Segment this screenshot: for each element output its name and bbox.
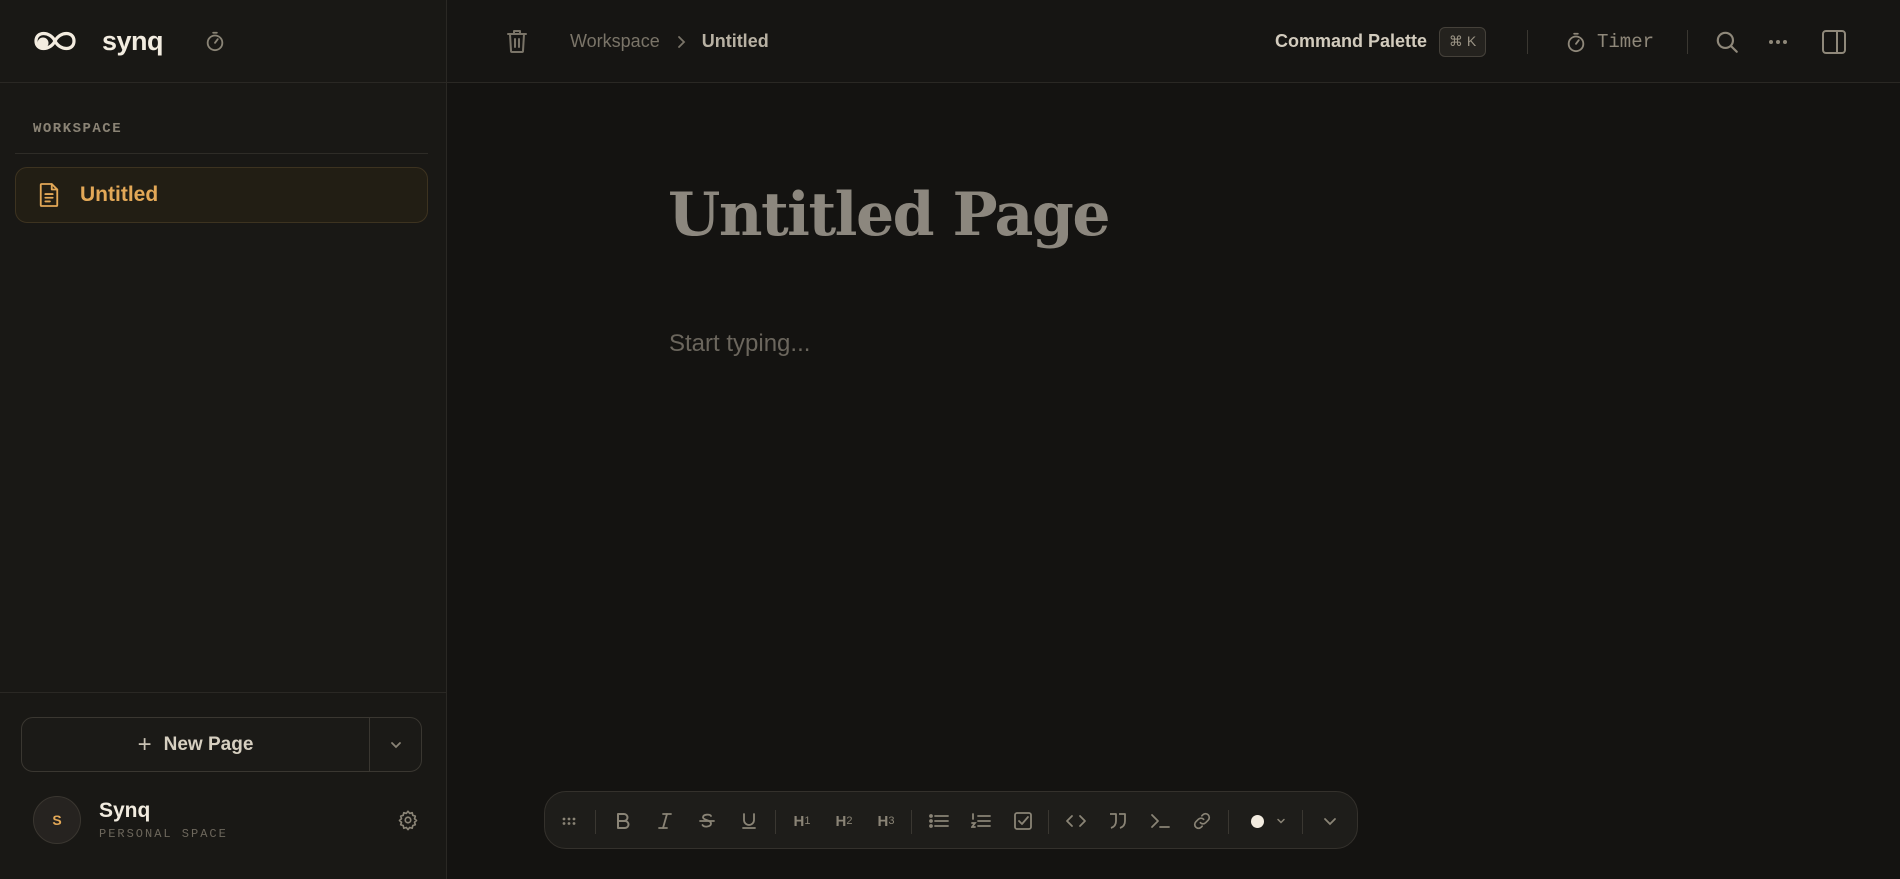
stopwatch-icon — [1567, 32, 1585, 52]
code-icon[interactable] — [1059, 804, 1093, 838]
user-info: Synq PERSONAL SPACE — [99, 799, 228, 841]
divider — [1302, 810, 1303, 834]
chevron-down-icon — [390, 741, 401, 748]
new-page-label: New Page — [163, 733, 254, 755]
divider — [1527, 30, 1528, 54]
bullet-list-icon[interactable] — [922, 804, 956, 838]
gear-icon[interactable] — [395, 807, 421, 833]
chevron-down-icon — [1276, 818, 1285, 824]
search-icon[interactable] — [1712, 27, 1742, 57]
heading-3-button[interactable]: H3 — [869, 804, 903, 838]
quote-icon[interactable] — [1101, 804, 1135, 838]
user-name: Synq — [99, 799, 151, 822]
sidebar: synq WORKSPACE Untitled + New Page S Syn… — [0, 0, 447, 879]
plus-icon: + — [137, 730, 152, 758]
workspace-section-label: WORKSPACE — [33, 121, 123, 137]
chevron-right-icon — [676, 35, 686, 49]
new-page-control: + New Page — [21, 717, 422, 772]
sidebar-page-untitled[interactable]: Untitled — [15, 167, 428, 223]
divider — [1228, 810, 1229, 834]
strikethrough-icon[interactable] — [690, 804, 724, 838]
breadcrumb-workspace[interactable]: Workspace — [570, 31, 660, 52]
breadcrumb: Workspace Untitled — [570, 0, 769, 83]
checkbox-icon[interactable] — [1006, 804, 1040, 838]
divider — [595, 810, 596, 834]
shortcut-badge: ⌘ K — [1439, 26, 1487, 57]
sidebar-toggle-icon[interactable] — [1819, 27, 1849, 57]
sidebar-page-label: Untitled — [80, 183, 159, 206]
trash-icon[interactable] — [503, 27, 531, 55]
numbered-list-icon[interactable] — [964, 804, 998, 838]
text-color-picker[interactable] — [1238, 804, 1298, 838]
drag-handle-icon[interactable] — [552, 804, 586, 838]
heading-2-button[interactable]: H2 — [827, 804, 861, 838]
terminal-icon[interactable] — [1143, 804, 1177, 838]
chevron-down-icon[interactable] — [1313, 804, 1347, 838]
italic-icon[interactable] — [648, 804, 682, 838]
command-palette-button[interactable]: Command Palette ⌘ K — [1275, 0, 1487, 83]
user-profile: S Synq PERSONAL SPACE — [33, 796, 423, 844]
heading-1-button[interactable]: H1 — [785, 804, 819, 838]
logo-icon — [32, 24, 80, 58]
stopwatch-icon[interactable] — [203, 29, 227, 53]
breadcrumb-current-page[interactable]: Untitled — [702, 31, 769, 52]
text-color-swatch — [1250, 814, 1264, 828]
bold-icon[interactable] — [606, 804, 640, 838]
avatar[interactable]: S — [33, 796, 81, 844]
divider — [911, 810, 912, 834]
divider — [775, 810, 776, 834]
divider — [1048, 810, 1049, 834]
divider — [1687, 30, 1688, 54]
document-icon — [36, 181, 62, 209]
editor-body[interactable]: Start typing... — [669, 330, 810, 358]
new-page-options-button[interactable] — [370, 718, 421, 771]
more-icon[interactable] — [1763, 27, 1793, 57]
format-toolbar: H1 H2 H3 — [544, 791, 1358, 849]
underline-icon[interactable] — [732, 804, 766, 838]
topbar: Workspace Untitled Command Palette ⌘ K T… — [447, 0, 1900, 83]
divider — [0, 692, 447, 693]
page-title[interactable]: Untitled Page — [668, 178, 1111, 252]
new-page-button[interactable]: + New Page — [22, 718, 369, 771]
brand-name: synq — [102, 25, 164, 56]
link-icon[interactable] — [1185, 804, 1219, 838]
user-space-label: PERSONAL SPACE — [99, 827, 228, 841]
timer-label: Timer — [1597, 30, 1655, 53]
divider — [15, 153, 428, 154]
command-palette-label: Command Palette — [1275, 31, 1428, 51]
timer-button[interactable]: Timer — [1565, 0, 1654, 83]
sidebar-header: synq — [0, 0, 446, 83]
